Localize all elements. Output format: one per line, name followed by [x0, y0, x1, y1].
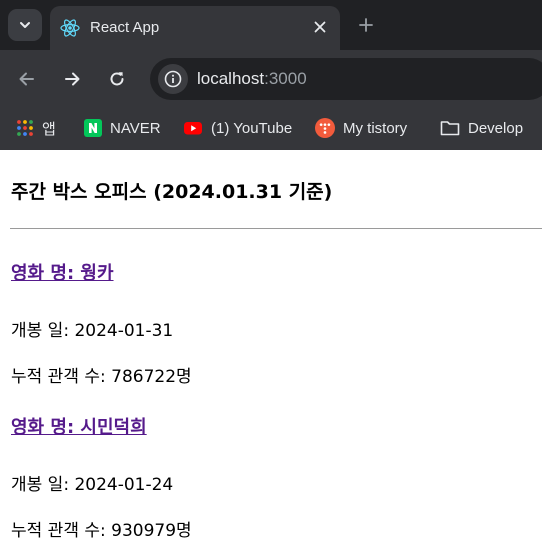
movie-audience-count: 누적 관객 수: 930979명: [11, 521, 192, 541]
movie-audience-count: 누적 관객 수: 786722명: [11, 367, 192, 387]
folder-icon: [440, 121, 460, 136]
site-info-button[interactable]: [158, 64, 188, 94]
arrow-right-icon: [65, 72, 80, 86]
page-content: 주간 박스 오피스 (2024.01.31 기준) 영화 명: 웡카 개봉 일:…: [0, 150, 542, 552]
bookmark-label: 앱: [42, 120, 56, 138]
reload-icon: [110, 72, 124, 86]
bookmarks-bar: 앱 NAVER (1) YouTube My tistory Develop: [0, 107, 542, 150]
back-button[interactable]: [14, 66, 40, 92]
movie-release-date: 개봉 일: 2024-01-31: [11, 321, 174, 341]
tab-close-button[interactable]: [310, 17, 330, 37]
bookmark-label: (1) YouTube: [211, 119, 293, 137]
tistory-logo-icon: [315, 118, 335, 138]
naver-logo-icon: [84, 119, 102, 137]
tab-search-button[interactable]: [8, 9, 42, 41]
url-port: :3000: [264, 69, 307, 88]
movie-item: 영화 명: 웡카 개봉 일: 2024-01-31 누적 관객 수: 78672…: [11, 259, 192, 387]
bookmark-label: NAVER: [110, 119, 161, 137]
close-icon: [314, 21, 326, 33]
bookmark-folder-develop[interactable]: Develop: [440, 115, 523, 141]
divider: [10, 228, 542, 229]
address-bar[interactable]: localhost:3000: [150, 58, 542, 100]
browser-tab[interactable]: React App: [50, 6, 340, 50]
browser-toolbar: localhost:3000: [0, 50, 542, 107]
new-tab-button[interactable]: [356, 14, 376, 36]
bookmark-tistory[interactable]: My tistory: [315, 115, 407, 141]
bookmark-youtube[interactable]: (1) YouTube: [183, 115, 292, 141]
bookmark-naver[interactable]: NAVER: [84, 115, 161, 141]
info-icon: [164, 70, 182, 88]
url-host: localhost: [197, 69, 265, 88]
apps-grid-icon: [17, 120, 33, 136]
movie-release-date: 개봉 일: 2024-01-24: [11, 475, 174, 495]
bookmark-label: My tistory: [343, 119, 408, 137]
reload-button[interactable]: [104, 66, 130, 92]
bookmark-apps[interactable]: 앱: [16, 115, 56, 141]
page-title: 주간 박스 오피스 (2024.01.31 기준): [11, 181, 333, 203]
plus-icon: [359, 18, 373, 32]
tab-title: React App: [90, 19, 160, 36]
movie-item: 영화 명: 시민덕희 개봉 일: 2024-01-24 누적 관객 수: 930…: [11, 413, 192, 541]
chevron-down-icon: [20, 22, 30, 28]
movie-title-link[interactable]: 영화 명: 시민덕희: [11, 413, 147, 439]
forward-button[interactable]: [59, 66, 85, 92]
arrow-left-icon: [19, 72, 34, 86]
youtube-logo-icon: [184, 122, 202, 135]
bookmark-label: Develop: [468, 119, 524, 137]
react-logo-icon: [60, 19, 80, 37]
url-text: localhost:3000: [197, 69, 307, 89]
tab-strip: React App: [0, 0, 542, 50]
movie-title-link[interactable]: 영화 명: 웡카: [11, 259, 114, 285]
